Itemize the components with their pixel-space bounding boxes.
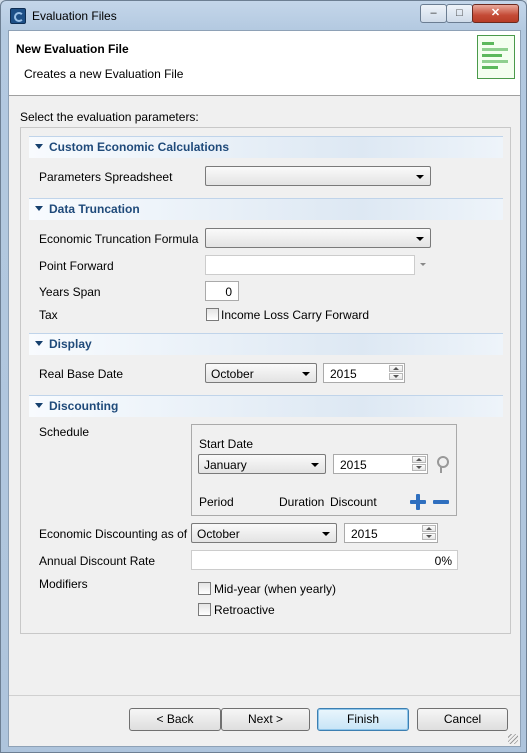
chevron-down-icon (322, 532, 330, 536)
column-header-duration: Duration (279, 495, 325, 509)
start-date-label: Start Date (199, 437, 254, 451)
mid-year-checkbox[interactable] (198, 582, 211, 595)
section-display[interactable]: Display (29, 333, 503, 355)
wizard-title: New Evaluation File (16, 42, 129, 56)
years-span-input[interactable]: 0 (205, 281, 239, 301)
parameters-spreadsheet-label: Parameters Spreadsheet (39, 170, 173, 184)
maximize-button[interactable]: □ (446, 4, 473, 23)
retroactive-checkbox[interactable] (198, 603, 211, 616)
section-custom-economic-calculations[interactable]: Custom Economic Calculations (29, 136, 503, 158)
income-loss-carry-forward-checkbox[interactable] (206, 308, 219, 321)
section-title: Custom Economic Calculations (49, 140, 230, 154)
expand-toggle-icon[interactable] (35, 206, 43, 211)
minimize-button[interactable]: – (420, 4, 447, 23)
close-button[interactable]: ✕ (472, 4, 519, 23)
section-discounting[interactable]: Discounting (29, 395, 503, 417)
column-header-period: Period (199, 495, 234, 509)
wizard-window: Evaluation Files – □ ✕ New Evaluation Fi… (0, 0, 527, 753)
cancel-button[interactable]: Cancel (417, 708, 508, 731)
economic-discounting-label: Economic Discounting as of (39, 527, 188, 541)
expand-toggle-icon[interactable] (35, 341, 43, 346)
economic-discounting-year-spinner[interactable]: 2015 (344, 523, 438, 543)
annual-discount-rate-input[interactable]: 0% (191, 550, 458, 570)
retroactive-label[interactable]: Retroactive (214, 603, 275, 617)
chevron-down-icon (311, 463, 319, 467)
economic-truncation-formula-combo[interactable] (205, 228, 431, 248)
parameters-spreadsheet-combo[interactable] (205, 166, 431, 186)
chevron-down-icon (416, 237, 424, 241)
years-span-label: Years Span (39, 285, 101, 299)
section-data-truncation[interactable]: Data Truncation (29, 198, 503, 220)
tax-label: Tax (39, 308, 58, 322)
real-base-year-spinner[interactable]: 2015 (323, 363, 405, 383)
spinner-arrows-icon[interactable] (412, 456, 426, 472)
start-month-combo[interactable]: January (198, 454, 326, 474)
column-header-discount: Discount (330, 495, 377, 509)
dialog-client-area: New Evaluation File Creates a new Evalua… (8, 30, 521, 747)
spinner-arrows-icon[interactable] (422, 525, 436, 541)
point-forward-combo[interactable] (205, 255, 415, 275)
section-title: Data Truncation (49, 202, 140, 216)
spinner-arrows-icon[interactable] (389, 365, 403, 381)
section-title: Discounting (49, 399, 119, 413)
income-loss-carry-forward-label[interactable]: Income Loss Carry Forward (221, 308, 369, 322)
add-row-icon[interactable] (410, 494, 426, 510)
parameters-panel: Custom Economic Calculations Parameters … (20, 127, 511, 634)
finish-button[interactable]: Finish (317, 708, 409, 731)
expand-toggle-icon[interactable] (35, 144, 43, 149)
schedule-label: Schedule (39, 425, 90, 439)
next-button[interactable]: Next > (221, 708, 310, 731)
real-base-date-label: Real Base Date (39, 367, 124, 381)
mid-year-label[interactable]: Mid-year (when yearly) (214, 582, 336, 596)
economic-truncation-formula-label: Economic Truncation Formula (39, 232, 199, 246)
remove-row-icon[interactable] (433, 500, 449, 504)
wizard-header: New Evaluation File Creates a new Evalua… (9, 31, 520, 96)
chevron-down-icon (416, 175, 424, 179)
prompt-text: Select the evaluation parameters: (20, 110, 199, 124)
start-year-spinner[interactable]: 2015 (333, 454, 428, 474)
pin-icon-stem (440, 467, 442, 473)
modifiers-label: Modifiers (39, 577, 88, 591)
real-base-month-combo[interactable]: October (205, 363, 317, 383)
resize-grip-icon[interactable] (508, 734, 518, 744)
economic-discounting-month-combo[interactable]: October (191, 523, 337, 543)
pin-icon[interactable] (437, 456, 449, 468)
back-button[interactable]: < Back (129, 708, 221, 731)
wizard-description: Creates a new Evaluation File (24, 67, 184, 81)
title-bar[interactable]: Evaluation Files – □ ✕ (1, 1, 526, 29)
expand-toggle-icon[interactable] (35, 403, 43, 408)
window-title: Evaluation Files (32, 9, 117, 23)
chevron-down-icon[interactable] (420, 263, 426, 266)
annual-discount-rate-label: Annual Discount Rate (39, 554, 156, 568)
point-forward-label: Point Forward (39, 259, 114, 273)
section-title: Display (49, 337, 92, 351)
chevron-down-icon (302, 372, 310, 376)
app-icon (10, 8, 26, 24)
evaluation-file-wizard-icon (477, 35, 515, 79)
button-bar-separator (9, 695, 520, 696)
schedule-group: Start Date January 2015 Period Duration … (191, 424, 457, 516)
